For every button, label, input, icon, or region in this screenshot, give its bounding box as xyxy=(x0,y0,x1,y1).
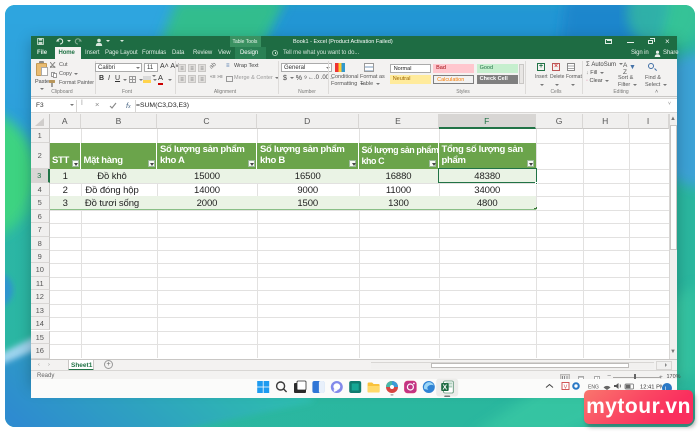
svg-text:V: V xyxy=(564,384,568,390)
svg-text:X: X xyxy=(443,385,448,392)
